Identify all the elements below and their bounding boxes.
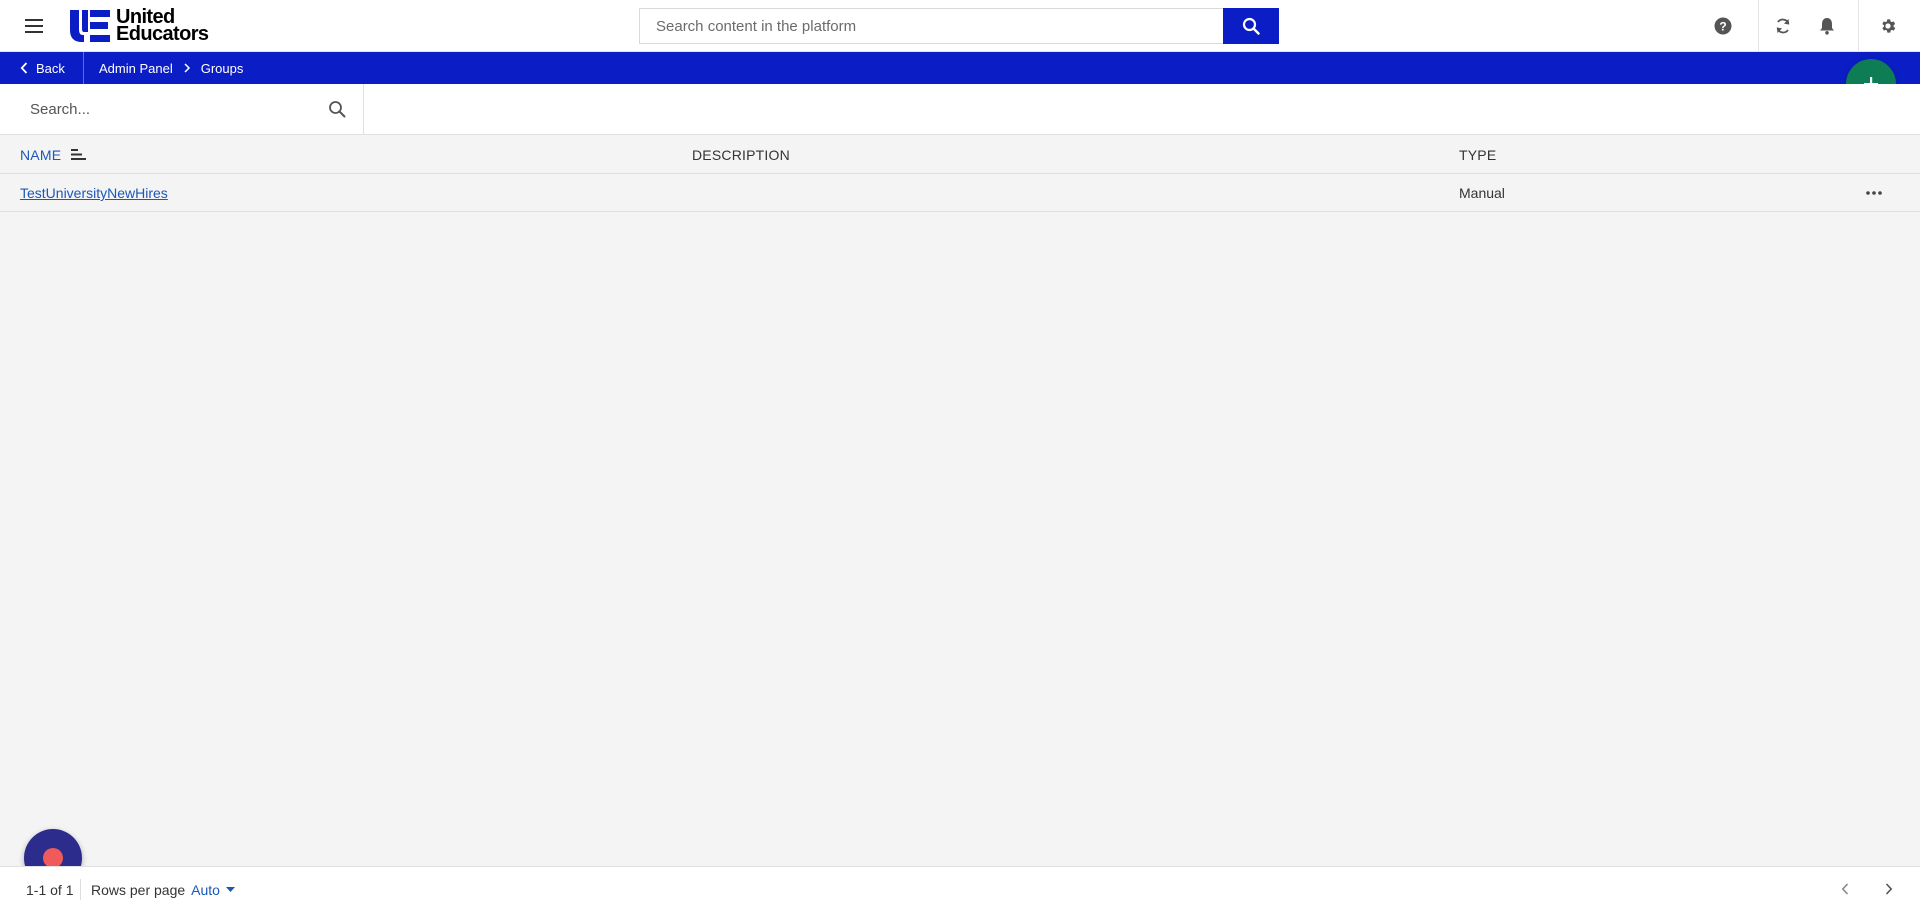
column-header-description[interactable]: DESCRIPTION (692, 135, 790, 174)
menu-icon[interactable] (20, 14, 48, 38)
chevron-left-icon (20, 62, 28, 74)
sync-icon[interactable] (1771, 14, 1795, 38)
logo-line-2: Educators (116, 23, 209, 45)
rows-per-page-label: Rows per page (91, 881, 186, 898)
united-educators-logo[interactable]: United Educators (68, 7, 209, 45)
caret-down-icon (225, 887, 235, 892)
filter-bar (0, 84, 1920, 135)
record-dot-icon (43, 848, 63, 868)
bell-icon[interactable] (1815, 14, 1839, 38)
table-search-input[interactable] (30, 96, 310, 122)
header-divider (1758, 0, 1759, 52)
breadcrumb-groups: Groups (200, 60, 244, 76)
rows-per-page-value: Auto (191, 881, 220, 898)
group-type: Manual (1459, 185, 1505, 201)
global-search-input[interactable] (639, 8, 1223, 44)
chevron-right-icon (1885, 883, 1893, 895)
column-header-type[interactable]: TYPE (1459, 135, 1496, 174)
help-icon[interactable]: ? (1711, 14, 1735, 38)
sort-icon[interactable] (71, 149, 87, 160)
column-label-name: NAME (20, 146, 62, 163)
header-divider (1858, 0, 1859, 52)
breadcrumb-admin-panel[interactable]: Admin Panel (99, 61, 173, 76)
back-label: Back (36, 60, 65, 76)
table-header: NAME DESCRIPTION TYPE (0, 135, 1920, 174)
column-label-type: TYPE (1459, 146, 1497, 163)
ue-logo-mark-icon (70, 10, 110, 42)
table-row: TestUniversityNewHires Manual (0, 174, 1920, 212)
gear-icon[interactable] (1876, 14, 1900, 38)
next-page-button[interactable] (1879, 879, 1899, 899)
pagination-footer: 1-1 of 1 Rows per page Auto (0, 866, 1920, 911)
search-icon[interactable] (328, 100, 346, 118)
more-options-icon[interactable] (1862, 174, 1886, 212)
column-header-name[interactable]: NAME (20, 135, 87, 174)
chevron-right-icon (184, 63, 190, 73)
global-search-button[interactable] (1223, 8, 1279, 44)
chevron-left-icon (1841, 883, 1849, 895)
group-name-link[interactable]: TestUniversityNewHires (20, 174, 168, 212)
rows-per-page-select[interactable]: Auto (191, 882, 235, 898)
back-button[interactable]: Back (20, 52, 65, 84)
column-label-description: DESCRIPTION (692, 146, 790, 163)
table-search (0, 84, 364, 134)
breadcrumb-divider (83, 52, 84, 84)
top-header: United Educators ? (0, 0, 1920, 52)
previous-page-button[interactable] (1835, 879, 1855, 899)
breadcrumb: Admin Panel Groups (99, 52, 243, 84)
rows-per-page: Rows per page Auto (91, 867, 235, 911)
breadcrumb-bar: Back Admin Panel Groups (0, 52, 1920, 84)
footer-divider (80, 879, 81, 900)
svg-text:?: ? (1719, 19, 1726, 33)
pagination-range: 1-1 of 1 (26, 881, 74, 898)
global-search (639, 8, 1279, 44)
search-icon (1242, 17, 1260, 35)
